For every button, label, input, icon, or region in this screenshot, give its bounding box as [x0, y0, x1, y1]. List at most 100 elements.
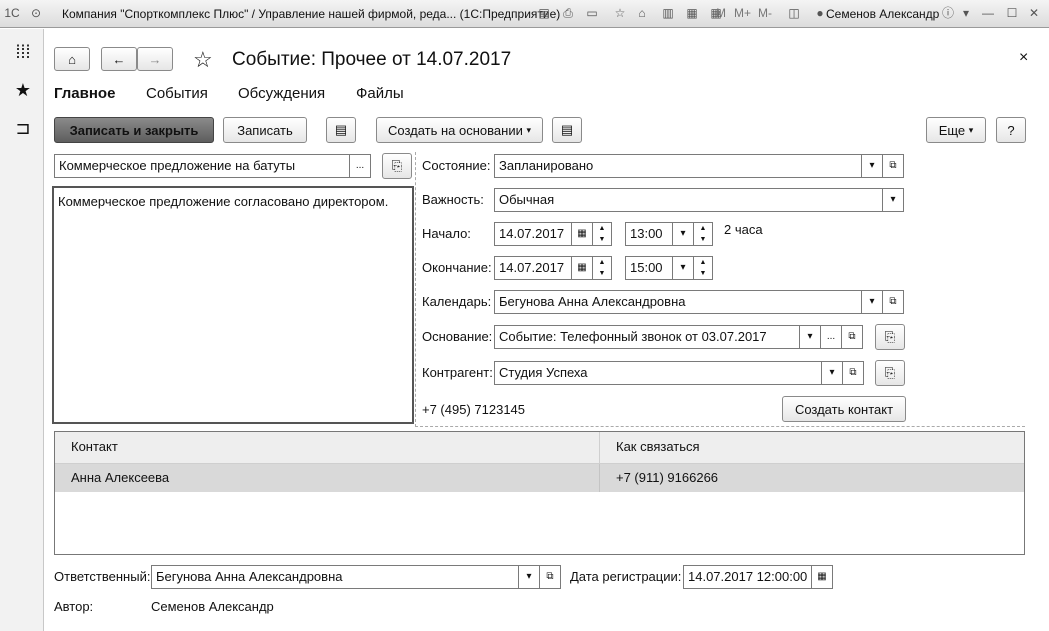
archive-icon[interactable]: ▥ — [660, 5, 676, 21]
calendar-dropdown-button[interactable]: ▾ — [861, 290, 883, 314]
responsible-field[interactable]: Бегунова Анна Александровна — [151, 565, 519, 589]
start-date-spinner[interactable]: ▲ ▼ — [592, 222, 612, 246]
contact-phone: +7 (495) 7123145 — [422, 402, 526, 417]
start-date-calendar-button[interactable]: ▦ — [571, 222, 593, 246]
save-icon[interactable]: ▤ — [536, 5, 552, 21]
window-titlebar: 1С ⊙ Компания "Спорткомплекс Плюс" / Упр… — [0, 0, 1049, 28]
counterparty-pick-button[interactable]: ⎘ — [875, 360, 905, 386]
table-row-contact[interactable]: Анна Алексеева — [55, 464, 600, 492]
back-arrow-icon: ← — [112, 51, 126, 67]
more-button[interactable]: Еще ▾ — [926, 117, 986, 143]
current-user: Семенов Александр — [826, 7, 940, 21]
column-header-how-to-contact[interactable]: Как связаться — [600, 432, 1024, 464]
column-header-contact[interactable]: Контакт — [55, 432, 600, 464]
chevron-down-icon: ▾ — [526, 124, 532, 135]
favorites-star-icon[interactable]: ★ — [12, 79, 34, 101]
memory-m-button[interactable]: M — [716, 6, 726, 20]
calculator-icon[interactable]: ▦ — [684, 5, 700, 21]
create-contact-button[interactable]: Создать контакт — [782, 396, 906, 422]
end-date-spinner[interactable]: ▲ ▼ — [592, 256, 612, 280]
reg-date-field[interactable]: 14.07.2017 12:00:00 — [683, 565, 812, 589]
panel-toggle-icon[interactable]: ◫ — [786, 5, 802, 21]
history-icon[interactable]: ⊐ — [12, 117, 34, 139]
print-icon[interactable]: ⎙ — [560, 5, 576, 21]
responsible-dropdown-button[interactable]: ▾ — [518, 565, 540, 589]
tab-discussions[interactable]: Обсуждения — [238, 85, 325, 102]
counterparty-field[interactable]: Студия Успеха — [494, 361, 822, 385]
responsible-label: Ответственный: — [54, 569, 151, 584]
tab-files[interactable]: Файлы — [356, 85, 404, 102]
subject-select-button[interactable]: ... — [349, 154, 371, 178]
tab-main[interactable]: Главное — [54, 85, 115, 102]
table-row-how[interactable]: +7 (911) 9166266 — [600, 464, 1024, 492]
save-button[interactable]: Записать — [223, 117, 307, 143]
state-dropdown-button[interactable]: ▾ — [861, 154, 883, 178]
main-menu-icon[interactable]: ⊙ — [28, 5, 44, 21]
event-description-textarea[interactable]: Коммерческое предложение согласовано дир… — [52, 186, 414, 424]
calendar-open-button[interactable]: ⧉ — [882, 290, 904, 314]
start-time-field[interactable]: 13:00 — [625, 222, 673, 246]
create-based-on-button[interactable]: Создать на основании ▾ — [376, 117, 543, 143]
calendar-label: Календарь: — [422, 294, 492, 309]
home-button[interactable]: ⌂ — [54, 47, 90, 71]
end-date-calendar-button[interactable]: ▦ — [571, 256, 593, 280]
pick-icon: ⎘ — [884, 329, 896, 344]
bookmark-icon[interactable]: ⌂ — [634, 5, 650, 21]
print-report-button[interactable]: ▤ — [326, 117, 356, 143]
help-button[interactable]: ? — [996, 117, 1026, 143]
subject-field[interactable]: Коммерческое предложение на батуты — [54, 154, 350, 178]
window-title: Компания "Спорткомплекс Плюс" / Управлен… — [62, 7, 561, 21]
column-divider — [415, 152, 416, 427]
counterparty-dropdown-button[interactable]: ▾ — [821, 361, 843, 385]
subject-pick-button[interactable]: ⎘ — [382, 153, 412, 179]
memory-plus-button[interactable]: M+ — [734, 6, 751, 20]
reg-date-calendar-button[interactable]: ▦ — [811, 565, 833, 589]
favorites-icon[interactable]: ☆ — [612, 5, 628, 21]
contacts-table: Контакт Как связаться Анна Алексеева +7 … — [54, 431, 1025, 555]
basis-open-button[interactable]: ⧉ — [841, 325, 863, 349]
basis-dropdown-button[interactable]: ▾ — [799, 325, 821, 349]
counterparty-open-button[interactable]: ⧉ — [842, 361, 864, 385]
calendar-field[interactable]: Бегунова Анна Александровна — [494, 290, 862, 314]
preview-icon[interactable]: ▭ — [584, 5, 600, 21]
state-open-button[interactable]: ⧉ — [882, 154, 904, 178]
start-date-field[interactable]: 14.07.2017 — [494, 222, 572, 246]
create-based-on-label: Создать на основании — [387, 122, 523, 138]
importance-label: Важность: — [422, 192, 484, 207]
end-time-field[interactable]: 15:00 — [625, 256, 673, 280]
basis-field[interactable]: Событие: Телефонный звонок от 03.07.2017 — [494, 325, 800, 349]
tab-events[interactable]: События — [146, 85, 208, 102]
apps-grid-icon[interactable]: ⁞⁞⁞ — [12, 41, 34, 63]
basis-pick-button[interactable]: ⎘ — [875, 324, 905, 350]
start-time-spinner[interactable]: ▲ ▼ — [693, 222, 713, 246]
left-sidebar: ⁞⁞⁞ ★ ⊐ — [0, 29, 44, 631]
end-date-field[interactable]: 14.07.2017 — [494, 256, 572, 280]
section-divider — [415, 426, 1025, 427]
forward-button[interactable]: → — [137, 47, 173, 71]
start-time-dropdown-button[interactable]: ▾ — [672, 222, 694, 246]
favorite-star-icon[interactable]: ☆ — [193, 47, 213, 73]
maximize-icon[interactable]: ☐ — [1004, 5, 1020, 21]
responsible-open-button[interactable]: ⧉ — [539, 565, 561, 589]
state-label: Состояние: — [422, 158, 491, 173]
state-field[interactable]: Запланировано — [494, 154, 862, 178]
save-and-close-button[interactable]: Записать и закрыть — [54, 117, 214, 143]
info-icon[interactable]: ⓘ — [940, 5, 956, 21]
end-label: Окончание: — [422, 260, 492, 275]
document-button[interactable]: ▤ — [552, 117, 582, 143]
memory-minus-button[interactable]: M- — [758, 6, 772, 20]
pick-icon: ⎘ — [391, 158, 403, 173]
back-button[interactable]: ← — [101, 47, 137, 71]
document-icon: ▤ — [560, 122, 574, 137]
window-close-icon[interactable]: ✕ — [1026, 5, 1042, 21]
end-time-spinner[interactable]: ▲ ▼ — [693, 256, 713, 280]
minimize-icon[interactable]: — — [980, 5, 996, 21]
end-time-dropdown-button[interactable]: ▾ — [672, 256, 694, 280]
importance-field[interactable]: Обычная — [494, 188, 883, 212]
basis-select-button[interactable]: ... — [820, 325, 842, 349]
importance-dropdown-button[interactable]: ▾ — [882, 188, 904, 212]
close-icon[interactable]: × — [1019, 49, 1028, 67]
chevron-down-icon: ▾ — [968, 124, 974, 135]
dropdown-icon[interactable]: ▾ — [958, 5, 974, 21]
author-label: Автор: — [54, 599, 94, 614]
